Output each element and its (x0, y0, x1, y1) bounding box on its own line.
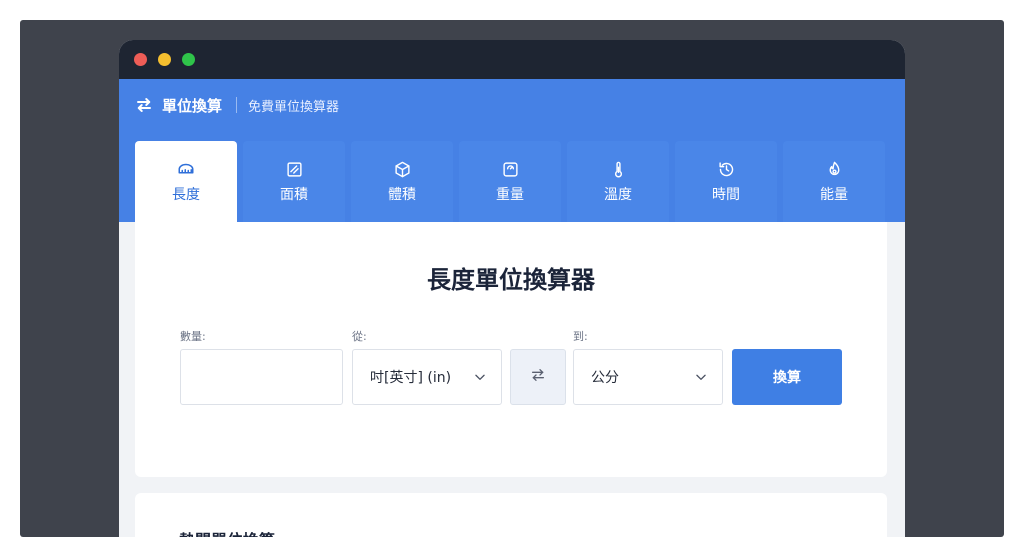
browser-window: 單位換算 免費單位換算器 長度 面積 體積 重量 溫度 時間 能量 長度單位換算… (119, 40, 905, 537)
tab-temperature[interactable]: 溫度 (567, 141, 669, 222)
clock-icon (717, 160, 735, 178)
cube-icon (393, 160, 411, 178)
fire-icon (825, 160, 843, 178)
swap-units-button[interactable] (510, 349, 566, 405)
area-icon (285, 160, 303, 178)
convert-button[interactable]: 換算 (732, 349, 842, 405)
tab-label: 重量 (496, 187, 524, 203)
tab-length[interactable]: 長度 (135, 141, 237, 222)
popular-conversions-card: 熱門單位換算 (135, 493, 887, 537)
from-unit-select[interactable]: 吋[英寸] (in) (352, 349, 502, 405)
to-unit-select[interactable]: 公分 (573, 349, 723, 405)
brand-divider (236, 97, 238, 113)
close-window-button[interactable] (134, 53, 147, 66)
from-label: 從: (352, 330, 367, 343)
tab-label: 溫度 (604, 187, 632, 203)
tab-label: 體積 (388, 187, 416, 203)
tab-label: 時間 (712, 187, 740, 203)
tab-time[interactable]: 時間 (675, 141, 777, 222)
scale-icon (501, 160, 519, 178)
tab-label: 長度 (172, 187, 200, 203)
maximize-window-button[interactable] (182, 53, 195, 66)
tab-label: 能量 (820, 187, 848, 203)
to-label: 到: (573, 330, 588, 343)
minimize-window-button[interactable] (158, 53, 171, 66)
thermometer-icon (609, 160, 627, 178)
brand-name: 單位換算 (162, 96, 223, 115)
brand-subtitle: 免費單位換算器 (248, 99, 340, 115)
category-tabs: 長度 面積 體積 重量 溫度 時間 能量 (135, 141, 885, 222)
tab-energy[interactable]: 能量 (783, 141, 885, 222)
tab-area[interactable]: 面積 (243, 141, 345, 222)
brand[interactable]: 單位換算 免費單位換算器 (134, 93, 339, 117)
chevron-down-icon (473, 370, 487, 384)
screenshot-frame: 單位換算 免費單位換算器 長度 面積 體積 重量 溫度 時間 能量 長度單位換算… (20, 20, 1004, 537)
from-unit-value: 吋[英寸] (in) (370, 370, 452, 386)
tab-label: 面積 (280, 187, 308, 203)
converter-card: 長度單位換算器 數量: 從: 到: 吋[英寸] (in) 公分 換算 (135, 222, 887, 477)
amount-label: 數量: (180, 330, 206, 343)
ruler-icon (177, 160, 195, 178)
window-titlebar (119, 40, 905, 79)
to-unit-value: 公分 (591, 370, 619, 386)
swap-arrows-icon (134, 95, 154, 115)
tab-weight[interactable]: 重量 (459, 141, 561, 222)
converter-title: 長度單位換算器 (427, 266, 595, 294)
tab-volume[interactable]: 體積 (351, 141, 453, 222)
site-header: 單位換算 免費單位換算器 長度 面積 體積 重量 溫度 時間 能量 (119, 79, 905, 222)
chevron-down-icon (694, 370, 708, 384)
swap-arrows-icon (530, 367, 546, 387)
amount-input[interactable] (180, 349, 343, 405)
popular-conversions-title: 熱門單位換算 (179, 527, 275, 537)
